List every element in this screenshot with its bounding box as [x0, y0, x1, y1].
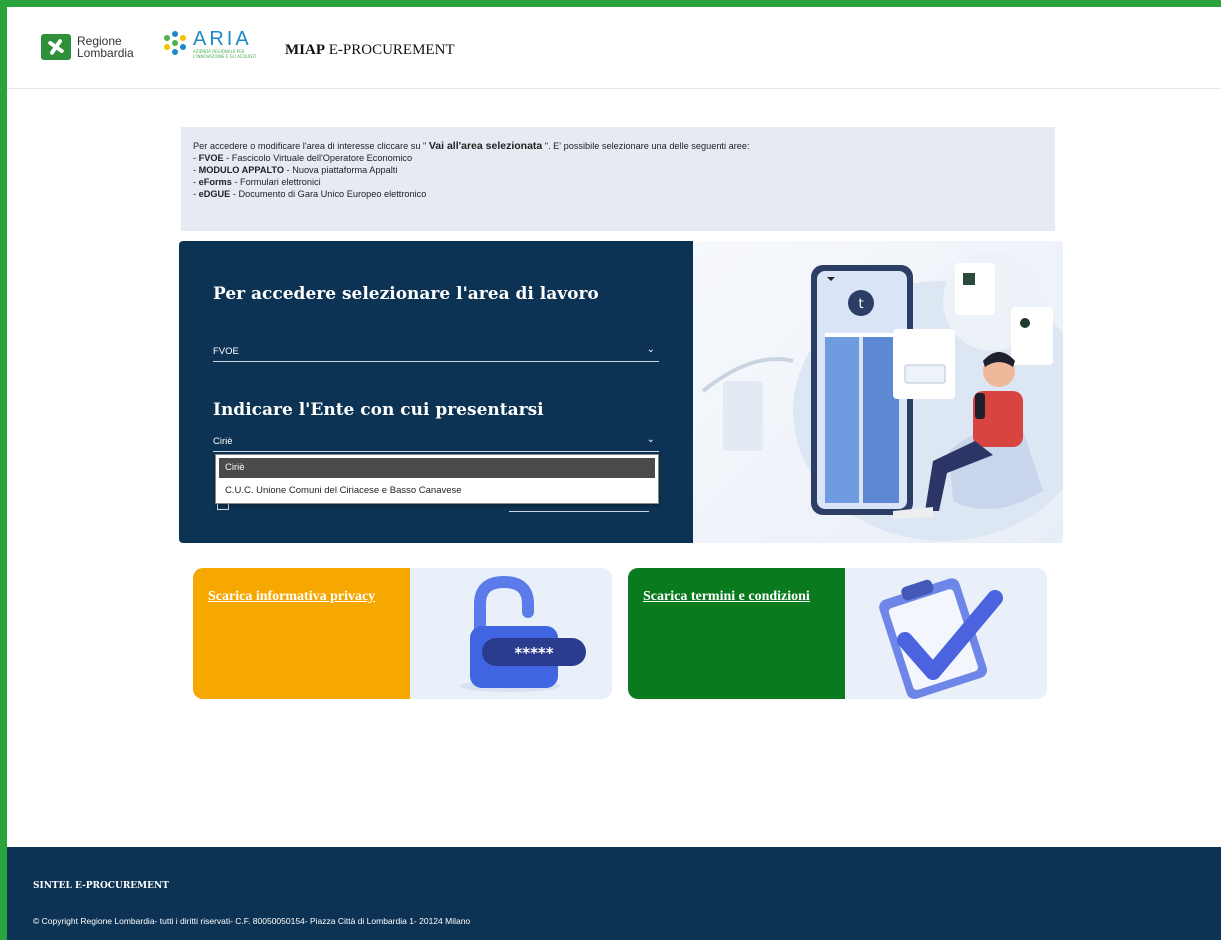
- aria-logo-sub: AZIENDA REGIONALE PER L'INNOVAZIONE E GL…: [193, 49, 257, 59]
- login-panel: Per accedere selezionare l'area di lavor…: [179, 241, 693, 543]
- chevron-down-icon: ⌄: [646, 344, 655, 355]
- ente-select[interactable]: Ciriè ⌄: [213, 432, 659, 452]
- aria-dots-icon: [163, 31, 189, 57]
- app-title: MIAP E-PROCUREMENT: [285, 42, 455, 58]
- aria-logo[interactable]: ARIA AZIENDA REGIONALE PER L'INNOVAZIONE…: [163, 29, 273, 59]
- ente-heading: Indicare l'Ente con cui presentarsi: [213, 400, 544, 420]
- info-area-eforms: - eForms - Formulari elettronici: [193, 177, 321, 187]
- regione-lombardia-mark-icon: [41, 34, 71, 60]
- aria-logo-text: ARIA: [193, 28, 252, 50]
- info-area-edgue: - eDGUE - Documento di Gara Unico Europe…: [193, 189, 427, 199]
- privacy-card-accent: [193, 568, 410, 699]
- svg-text:*****: *****: [514, 644, 553, 662]
- hero-illustration: t: [693, 241, 1063, 543]
- info-intro: Per accedere o modificare l'area di inte…: [193, 140, 750, 152]
- area-heading: Per accedere selezionare l'area di lavor…: [213, 284, 599, 304]
- browser-frame: Regione Lombardia ARIA AZIENDA REGIONALE…: [7, 7, 1221, 940]
- footer-title: SINTEL E-PROCUREMENT: [33, 881, 169, 891]
- svg-text:t: t: [858, 297, 863, 312]
- terms-card: Scarica termini e condizioni: [628, 568, 1047, 699]
- privacy-link[interactable]: Scarica informativa privacy: [208, 589, 375, 605]
- page-footer: SINTEL E-PROCUREMENT © Copyright Regione…: [7, 847, 1221, 940]
- regione-lombardia-logo[interactable]: Regione Lombardia: [41, 34, 134, 60]
- info-box: Per accedere o modificare l'area di inte…: [181, 127, 1055, 231]
- checkbox[interactable]: [217, 504, 229, 510]
- terms-link[interactable]: Scarica termini e condizioni: [643, 589, 810, 605]
- info-area-modulo-appalto: - MODULO APPALTO - Nuova piattaforma App…: [193, 165, 398, 175]
- ente-option-cirie[interactable]: Ciriè: [219, 458, 655, 478]
- terms-card-accent: [628, 568, 845, 699]
- info-area-fvoe: - FVOE - Fascicolo Virtuale dell'Operato…: [193, 153, 413, 163]
- area-select[interactable]: FVOE ⌄: [213, 342, 659, 362]
- ente-option-cuc[interactable]: C.U.C. Unione Comuni del Ciriacese e Bas…: [219, 481, 655, 501]
- padlock-password-icon: *****: [460, 575, 586, 692]
- area-select-value: FVOE: [213, 346, 239, 357]
- page-header: Regione Lombardia ARIA AZIENDA REGIONALE…: [7, 7, 1221, 89]
- rl-logo-line2: Lombardia: [77, 46, 134, 60]
- ente-dropdown-list: Ciriè C.U.C. Unione Comuni del Ciriacese…: [215, 454, 659, 504]
- chevron-down-icon: ⌄: [646, 434, 655, 445]
- privacy-card: Scarica informativa privacy *****: [193, 568, 612, 699]
- footer-copyright: © Copyright Regione Lombardia- tutti i d…: [33, 916, 471, 926]
- clipboard-checkmark-icon: [879, 578, 1003, 699]
- ente-select-value: Ciriè: [213, 436, 233, 447]
- confirm-button-edge[interactable]: [509, 511, 649, 512]
- person-with-phone-illustration-icon: t: [701, 251, 1063, 541]
